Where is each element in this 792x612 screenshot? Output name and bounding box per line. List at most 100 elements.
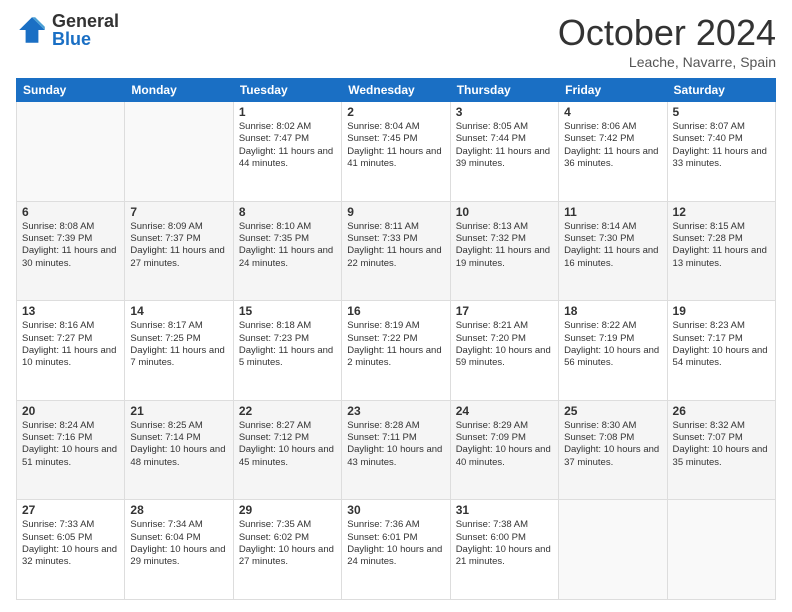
logo-general-text: General — [52, 12, 119, 30]
day-info: Daylight: 10 hours and 37 minutes. — [564, 444, 661, 469]
calendar-cell: 13Sunrise: 8:16 AMSunset: 7:27 PMDayligh… — [17, 301, 125, 401]
day-info: Sunrise: 8:18 AM — [239, 320, 336, 332]
calendar-week-5: 27Sunrise: 7:33 AMSunset: 6:05 PMDayligh… — [17, 500, 776, 600]
calendar-cell: 5Sunrise: 8:07 AMSunset: 7:40 PMDaylight… — [667, 102, 775, 202]
day-number: 21 — [130, 404, 227, 418]
day-info: Sunrise: 8:10 AM — [239, 221, 336, 233]
calendar-cell: 25Sunrise: 8:30 AMSunset: 7:08 PMDayligh… — [559, 400, 667, 500]
day-info: Sunrise: 8:23 AM — [673, 320, 770, 332]
calendar-cell: 10Sunrise: 8:13 AMSunset: 7:32 PMDayligh… — [450, 201, 558, 301]
calendar-cell: 15Sunrise: 8:18 AMSunset: 7:23 PMDayligh… — [233, 301, 341, 401]
day-info: Sunset: 7:22 PM — [347, 333, 444, 345]
calendar-cell: 29Sunrise: 7:35 AMSunset: 6:02 PMDayligh… — [233, 500, 341, 600]
day-info: Sunset: 7:45 PM — [347, 133, 444, 145]
day-number: 17 — [456, 304, 553, 318]
day-info: Sunrise: 8:16 AM — [22, 320, 119, 332]
day-info: Sunset: 7:47 PM — [239, 133, 336, 145]
calendar-week-1: 1Sunrise: 8:02 AMSunset: 7:47 PMDaylight… — [17, 102, 776, 202]
day-info: Sunrise: 7:35 AM — [239, 519, 336, 531]
logo-icon — [16, 14, 48, 46]
calendar-cell: 8Sunrise: 8:10 AMSunset: 7:35 PMDaylight… — [233, 201, 341, 301]
calendar-cell: 9Sunrise: 8:11 AMSunset: 7:33 PMDaylight… — [342, 201, 450, 301]
day-info: Daylight: 10 hours and 56 minutes. — [564, 345, 661, 370]
day-info: Sunrise: 8:21 AM — [456, 320, 553, 332]
day-header-monday: Monday — [125, 79, 233, 102]
day-info: Sunset: 7:42 PM — [564, 133, 661, 145]
day-number: 6 — [22, 205, 119, 219]
day-info: Sunrise: 7:38 AM — [456, 519, 553, 531]
day-number: 9 — [347, 205, 444, 219]
day-info: Daylight: 11 hours and 39 minutes. — [456, 146, 553, 171]
day-info: Sunset: 7:07 PM — [673, 432, 770, 444]
calendar-cell: 7Sunrise: 8:09 AMSunset: 7:37 PMDaylight… — [125, 201, 233, 301]
day-info: Sunset: 6:00 PM — [456, 532, 553, 544]
day-info: Sunrise: 8:14 AM — [564, 221, 661, 233]
day-info: Sunrise: 8:30 AM — [564, 420, 661, 432]
day-info: Sunrise: 8:32 AM — [673, 420, 770, 432]
day-info: Daylight: 11 hours and 16 minutes. — [564, 245, 661, 270]
day-info: Daylight: 10 hours and 32 minutes. — [22, 544, 119, 569]
day-info: Sunset: 7:25 PM — [130, 333, 227, 345]
calendar-cell: 17Sunrise: 8:21 AMSunset: 7:20 PMDayligh… — [450, 301, 558, 401]
calendar-cell: 30Sunrise: 7:36 AMSunset: 6:01 PMDayligh… — [342, 500, 450, 600]
day-info: Daylight: 11 hours and 30 minutes. — [22, 245, 119, 270]
day-number: 7 — [130, 205, 227, 219]
day-number: 15 — [239, 304, 336, 318]
day-info: Daylight: 10 hours and 40 minutes. — [456, 444, 553, 469]
day-info: Sunset: 7:08 PM — [564, 432, 661, 444]
day-info: Sunset: 7:11 PM — [347, 432, 444, 444]
day-number: 16 — [347, 304, 444, 318]
day-number: 12 — [673, 205, 770, 219]
day-info: Sunset: 7:23 PM — [239, 333, 336, 345]
day-info: Sunrise: 8:13 AM — [456, 221, 553, 233]
calendar-cell: 3Sunrise: 8:05 AMSunset: 7:44 PMDaylight… — [450, 102, 558, 202]
day-info: Daylight: 10 hours and 29 minutes. — [130, 544, 227, 569]
day-info: Sunrise: 8:05 AM — [456, 121, 553, 133]
logo-blue-text: Blue — [52, 30, 119, 48]
day-header-tuesday: Tuesday — [233, 79, 341, 102]
day-number: 18 — [564, 304, 661, 318]
day-number: 26 — [673, 404, 770, 418]
day-info: Sunrise: 8:22 AM — [564, 320, 661, 332]
day-info: Sunset: 7:20 PM — [456, 333, 553, 345]
day-info: Daylight: 11 hours and 24 minutes. — [239, 245, 336, 270]
day-info: Sunrise: 8:29 AM — [456, 420, 553, 432]
day-header-wednesday: Wednesday — [342, 79, 450, 102]
day-info: Daylight: 11 hours and 19 minutes. — [456, 245, 553, 270]
day-info: Sunrise: 8:02 AM — [239, 121, 336, 133]
calendar-cell — [559, 500, 667, 600]
day-info: Daylight: 10 hours and 35 minutes. — [673, 444, 770, 469]
day-header-thursday: Thursday — [450, 79, 558, 102]
day-info: Sunrise: 7:33 AM — [22, 519, 119, 531]
day-info: Sunrise: 8:06 AM — [564, 121, 661, 133]
day-number: 29 — [239, 503, 336, 517]
day-number: 31 — [456, 503, 553, 517]
day-info: Daylight: 10 hours and 54 minutes. — [673, 345, 770, 370]
day-info: Sunset: 7:39 PM — [22, 233, 119, 245]
calendar-cell: 28Sunrise: 7:34 AMSunset: 6:04 PMDayligh… — [125, 500, 233, 600]
day-info: Daylight: 10 hours and 24 minutes. — [347, 544, 444, 569]
day-number: 27 — [22, 503, 119, 517]
day-info: Sunrise: 8:17 AM — [130, 320, 227, 332]
day-info: Daylight: 10 hours and 45 minutes. — [239, 444, 336, 469]
day-info: Sunset: 7:19 PM — [564, 333, 661, 345]
calendar-cell: 26 Sunrise: 8:32 AMSunset: 7:07 PMDayligh… — [667, 400, 775, 500]
calendar-cell: 21Sunrise: 8:25 AMSunset: 7:14 PMDayligh… — [125, 400, 233, 500]
day-number: 13 — [22, 304, 119, 318]
day-info: Daylight: 11 hours and 44 minutes. — [239, 146, 336, 171]
day-info: Sunrise: 8:09 AM — [130, 221, 227, 233]
day-info: Daylight: 11 hours and 41 minutes. — [347, 146, 444, 171]
calendar-cell: 31Sunrise: 7:38 AMSunset: 6:00 PMDayligh… — [450, 500, 558, 600]
calendar-week-4: 20Sunrise: 8:24 AMSunset: 7:16 PMDayligh… — [17, 400, 776, 500]
day-info: Sunset: 6:05 PM — [22, 532, 119, 544]
day-info: Sunset: 7:16 PM — [22, 432, 119, 444]
day-number: 2 — [347, 105, 444, 119]
day-info: Sunset: 7:37 PM — [130, 233, 227, 245]
day-info: Sunset: 7:09 PM — [456, 432, 553, 444]
day-number: 28 — [130, 503, 227, 517]
calendar-cell: 11Sunrise: 8:14 AMSunset: 7:30 PMDayligh… — [559, 201, 667, 301]
day-number: 3 — [456, 105, 553, 119]
day-info: Sunrise: 8:27 AM — [239, 420, 336, 432]
day-info: Daylight: 10 hours and 51 minutes. — [22, 444, 119, 469]
day-number: 4 — [564, 105, 661, 119]
